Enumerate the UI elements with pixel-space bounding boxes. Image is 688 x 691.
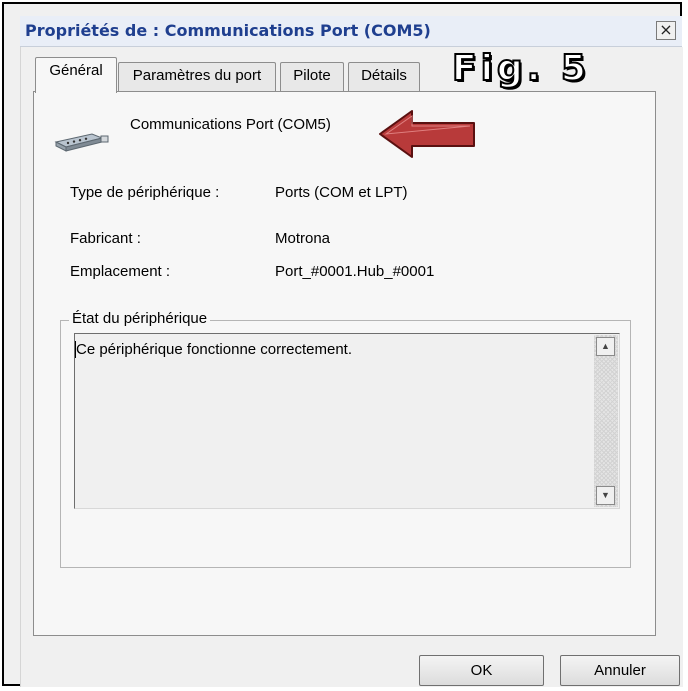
annotation-arrow xyxy=(379,110,475,158)
tab-driver[interactable]: Pilote xyxy=(280,62,344,91)
ok-button[interactable]: OK xyxy=(419,655,544,686)
device-status-textbox[interactable] xyxy=(74,333,620,509)
device-name: Communications Port (COM5) xyxy=(130,116,331,133)
location-label: Emplacement : xyxy=(70,263,171,280)
tab-general[interactable]: Général xyxy=(35,57,117,93)
status-scrollbar[interactable]: ▲ ▼ xyxy=(594,335,618,507)
tab-port-settings[interactable]: Paramètres du port xyxy=(118,62,276,91)
scroll-up-button[interactable]: ▲ xyxy=(596,337,615,356)
serial-port-connector-icon xyxy=(54,133,109,152)
close-icon: × xyxy=(659,20,673,39)
device-status-legend: État du périphérique xyxy=(69,310,211,327)
triangle-up-icon: ▲ xyxy=(601,341,610,351)
figure-label: Fig. 5 xyxy=(451,47,590,90)
triangle-down-icon: ▼ xyxy=(601,490,610,500)
location-value: Port_#0001.Hub_#0001 xyxy=(275,263,435,280)
manufacturer-label: Fabricant : xyxy=(70,230,141,247)
device-type-value: Ports (COM et LPT) xyxy=(275,184,408,201)
device-type-label: Type de périphérique : xyxy=(70,184,220,201)
window-title: Propriétés de : Communications Port (COM… xyxy=(25,21,431,40)
tab-general-label: Général xyxy=(49,62,103,79)
ok-button-label: OK xyxy=(470,662,493,679)
manufacturer-value: Motrona xyxy=(275,230,331,247)
close-button[interactable]: × xyxy=(656,21,676,40)
cancel-button-label: Annuler xyxy=(594,662,646,679)
tab-details[interactable]: Détails xyxy=(348,62,420,91)
cancel-button[interactable]: Annuler xyxy=(560,655,680,686)
tab-port-settings-label: Paramètres du port xyxy=(132,67,262,84)
device-status-text: Ce périphérique fonctionne correctement. xyxy=(76,341,352,358)
title-bar: Propriétés de : Communications Port (COM… xyxy=(20,16,682,47)
tab-details-label: Détails xyxy=(361,67,407,84)
tab-driver-label: Pilote xyxy=(293,67,331,84)
scroll-down-button[interactable]: ▼ xyxy=(596,486,615,505)
